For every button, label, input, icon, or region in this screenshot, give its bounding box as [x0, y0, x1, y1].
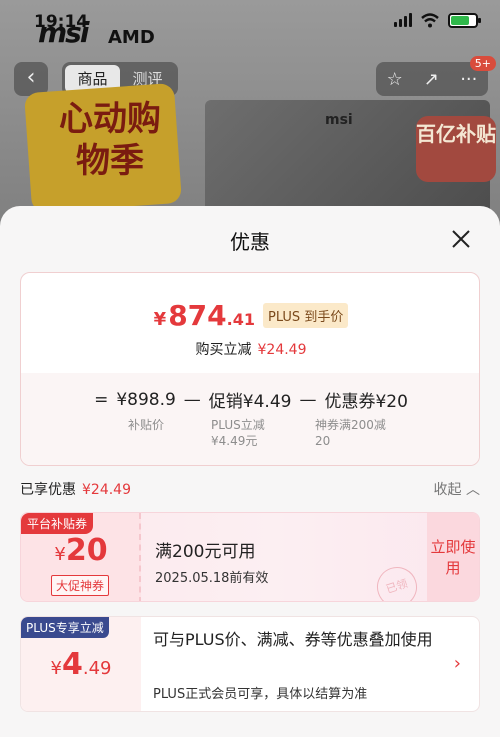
- coupon-value-panel: 平台补贴券 ¥20 大促神券: [21, 513, 141, 601]
- price-currency: ¥: [153, 309, 167, 330]
- formula-minus: —: [183, 389, 201, 410]
- message-badge: 5+: [469, 56, 496, 71]
- price-breakdown: = ¥898.9 — 促销¥4.49 — 优惠券¥20 补贴价 PLUS立减 ¥…: [21, 373, 479, 465]
- coupon-sub-tag: 大促神券: [51, 575, 110, 596]
- close-icon[interactable]: [448, 226, 474, 252]
- plus-amount-integer: 4: [61, 647, 83, 682]
- purchase-discount-amount: ¥24.49: [257, 342, 307, 358]
- plus-price-tag: PLUS 到手价: [262, 303, 349, 328]
- platform-coupon[interactable]: 平台补贴券 ¥20 大促神券 满200元可用 2025.05.18前有效 已领 …: [20, 512, 480, 602]
- share-icon[interactable]: ↗: [424, 69, 439, 90]
- promo-caption: PLUS立减 ¥4.49元: [211, 418, 265, 448]
- price-summary-card: ¥ 874 .41 PLUS 到手价 购买立减 ¥24.49 = ¥898.9 —…: [20, 272, 480, 466]
- collapse-label: 收起: [433, 482, 462, 498]
- wifi-icon: [421, 13, 439, 28]
- formula-promo: 促销¥4.49: [208, 392, 292, 412]
- plus-currency: ¥: [50, 658, 62, 679]
- use-now-button[interactable]: 立即使用: [427, 513, 479, 601]
- coupon-amount-value: 20: [65, 533, 108, 568]
- enjoyed-amount: ¥24.49: [82, 482, 131, 498]
- promo-text: 心动购物季: [59, 99, 161, 181]
- plus-discount-card[interactable]: PLUS专享立减 ¥4.49 可与PLUS价、满减、券等优惠叠加使用 PLUS正…: [20, 616, 480, 712]
- formula-coupon: 优惠券¥20: [324, 392, 408, 412]
- coupon-expiry: 2025.05.18前有效: [155, 571, 269, 586]
- enjoyed-label: 已享优惠: [20, 482, 76, 498]
- coupon-amount: ¥20: [21, 533, 141, 568]
- plus-amount: ¥4.49: [21, 647, 141, 682]
- formula-minus: —: [299, 389, 317, 410]
- price-decimal: .41: [226, 310, 255, 329]
- final-price: ¥ 874 .41 PLUS 到手价: [21, 299, 479, 332]
- status-bar: 19:14 msi AMD: [0, 0, 500, 50]
- chevron-right-icon[interactable]: ›: [454, 653, 461, 674]
- sheet-title: 优惠: [230, 230, 270, 254]
- plus-amount-decimal: .49: [82, 658, 112, 679]
- coupon-type-tag: 平台补贴券: [21, 513, 94, 534]
- battery-icon: [448, 12, 481, 28]
- brand-partner-logo: AMD: [108, 27, 155, 48]
- signal-icon: [394, 13, 412, 27]
- price-summary-top: ¥ 874 .41 PLUS 到手价 购买立减 ¥24.49: [21, 273, 479, 373]
- collapse-button[interactable]: 收起 ︿: [434, 479, 480, 499]
- chevron-up-icon: ︿: [466, 482, 480, 498]
- formula-equals: =: [94, 389, 109, 410]
- coupon-condition: 满200元可用: [155, 542, 256, 562]
- star-icon[interactable]: ☆: [387, 69, 403, 90]
- status-icons: [394, 12, 481, 28]
- product-page-background: 19:14 msi AMD ‹ 商品 测评 ☆ ↗ ··· 5+ 心动购物季 m…: [0, 0, 500, 240]
- coupon-currency: ¥: [54, 544, 66, 565]
- brand-logo: msi: [38, 16, 89, 49]
- plus-value-panel: PLUS专享立减 ¥4.49: [21, 617, 141, 711]
- product-image-logo: msi: [325, 112, 353, 128]
- claimed-stamp: 已领: [371, 561, 423, 601]
- formula-base-price: ¥898.9: [116, 389, 176, 410]
- more-icon[interactable]: ···: [460, 69, 477, 90]
- base-price-caption: 补贴价: [128, 418, 165, 432]
- subsidy-badge: 百亿补贴: [416, 116, 496, 182]
- back-button[interactable]: ‹: [14, 62, 48, 96]
- purchase-discount: 购买立减 ¥24.49: [21, 339, 479, 359]
- discount-sheet: 优惠 ¥ 874 .41 PLUS 到手价 购买立减 ¥24.49 = ¥898.…: [0, 206, 500, 737]
- plus-offer-title: 可与PLUS价、满减、券等优惠叠加使用: [153, 630, 433, 649]
- price-formula: = ¥898.9 — 促销¥4.49 — 优惠券¥20: [21, 387, 479, 413]
- plus-exclusive-tag: PLUS专享立减: [21, 617, 109, 638]
- plus-offer-note: PLUS正式会员可享，具体以结算为准: [153, 687, 368, 702]
- purchase-discount-label: 购买立减: [195, 342, 252, 358]
- enjoyed-discount-row: 已享优惠 ¥24.49 收起 ︿: [20, 479, 480, 499]
- coupon-caption: 神券满200减 20: [315, 418, 386, 448]
- price-integer: 874: [168, 299, 227, 332]
